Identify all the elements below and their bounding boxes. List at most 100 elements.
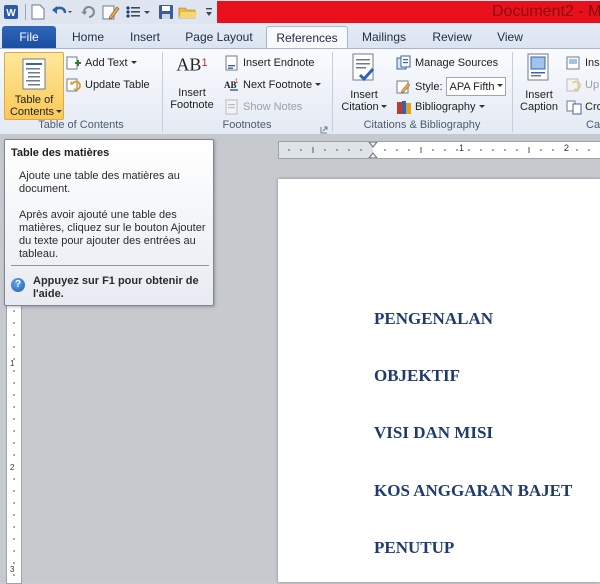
add-text-label: Add Text: [85, 57, 128, 69]
insert-footnote-line1: Insert: [178, 87, 206, 99]
ruler-label-1: 1: [459, 143, 465, 153]
tab-view[interactable]: View: [488, 26, 532, 48]
update-table-figures-button[interactable]: Up: [566, 77, 599, 93]
customize-qat-icon[interactable]: [204, 3, 214, 21]
document-page[interactable]: PENGENALAN OBJEKTIF VISI DAN MISI KOS AN…: [278, 179, 600, 582]
update-table-label: Update Table: [85, 79, 150, 91]
bibliography-button[interactable]: Bibliography: [396, 99, 485, 115]
save-icon[interactable]: [158, 3, 174, 21]
table-of-contents-button[interactable]: Table of Contents: [4, 52, 64, 120]
heading-kos-anggaran-bajet[interactable]: KOS ANGGARAN BAJET: [374, 481, 572, 501]
open-folder-icon[interactable]: [178, 3, 198, 21]
tab-file[interactable]: File: [2, 26, 56, 48]
dropdown-arrow-icon: [495, 80, 505, 93]
update-table-button[interactable]: Update Table: [66, 77, 150, 93]
heading-visi-dan-misi[interactable]: VISI DAN MISI: [374, 423, 493, 443]
vertical-ruler-label-2: 2: [10, 463, 15, 472]
dropdown-arrow-icon: [380, 101, 387, 114]
insert-caption-line2: Caption: [520, 101, 558, 113]
manage-sources-icon: [396, 55, 412, 71]
insert-citation-label-row: Citation: [336, 101, 392, 114]
cross-reference-icon: [566, 99, 582, 115]
vertical-ruler-label-1: 1: [10, 359, 15, 368]
dropdown-arrow-icon: [130, 57, 137, 70]
toc-label-line1: Table of: [14, 94, 54, 106]
insert-table-of-figures-button[interactable]: Ins: [566, 55, 600, 71]
update-table-icon: [66, 77, 82, 93]
document-title: Document2 - M: [492, 3, 600, 20]
tab-mailings[interactable]: Mailings: [352, 26, 416, 48]
new-document-icon[interactable]: [30, 3, 46, 21]
footnote-superscript: 1: [201, 57, 208, 69]
tooltip-title: Table des matières: [11, 147, 110, 159]
tooltip-divider: [11, 265, 209, 266]
tooltip-help-text: Appuyez sur F1 pour obtenir de l'aide.: [33, 275, 199, 300]
insert-footnote-icon: AB1: [166, 54, 218, 87]
heading-pengenalan[interactable]: PENGENALAN: [374, 309, 493, 329]
ribbon: Table of Contents Add Text Update Table …: [0, 48, 600, 135]
insert-citation-line2: Citation: [341, 101, 379, 113]
horizontal-ruler[interactable]: 1 2: [278, 141, 600, 159]
footnote-ab-glyph: AB: [176, 54, 202, 75]
next-footnote-label: Next Footnote: [243, 79, 313, 91]
ribbon-tabs: File Home Insert Page Layout References …: [0, 24, 600, 50]
manage-sources-label: Manage Sources: [415, 57, 499, 69]
update-table-figures-label: Up: [585, 79, 600, 91]
dropdown-arrow-icon: [315, 79, 322, 92]
help-icon: ?: [11, 278, 25, 292]
group-separator: [512, 52, 513, 132]
vertical-ruler-label-3: 3: [10, 565, 15, 574]
cross-reference-label: Cro: [585, 101, 600, 113]
bibliography-icon: [396, 99, 412, 115]
next-footnote-icon: AB 1: [224, 77, 240, 93]
ruler-ticks: [279, 142, 590, 158]
bibliography-label: Bibliography: [415, 101, 476, 113]
insert-citation-icon: [336, 53, 392, 89]
ruler-label-2: 2: [564, 143, 570, 153]
heading-penutup[interactable]: PENUTUP: [374, 538, 454, 558]
add-text-icon: [66, 55, 82, 71]
dropdown-arrow-icon: [478, 101, 485, 114]
next-footnote-button[interactable]: AB 1 Next Footnote: [224, 77, 322, 93]
bullets-icon[interactable]: [124, 3, 154, 21]
tab-review[interactable]: Review: [424, 26, 480, 48]
style-value: APA Fifth: [449, 80, 495, 93]
table-of-figures-icon: [566, 55, 582, 71]
add-text-button[interactable]: Add Text: [66, 55, 137, 71]
dropdown-arrow-icon: [56, 106, 63, 119]
insert-caption-button[interactable]: Insert Caption: [516, 53, 562, 113]
word-logo-icon[interactable]: W: [3, 3, 19, 21]
insert-citation-line1: Insert: [350, 89, 378, 101]
tooltip-paragraph-2: Après avoir ajouté une table des matière…: [19, 209, 206, 260]
toc-label-line2: Contents: [9, 106, 55, 118]
insert-caption-icon: [516, 53, 562, 89]
tab-home[interactable]: Home: [64, 26, 112, 48]
cross-reference-button[interactable]: Cro: [566, 99, 600, 115]
heading-objektif[interactable]: OBJEKTIF: [374, 366, 460, 386]
tab-references[interactable]: References: [266, 26, 348, 50]
title-banner: Document2 - M: [217, 1, 600, 23]
table-of-contents-tooltip: Table des matières Ajoute une table des …: [4, 139, 214, 306]
edit-document-icon[interactable]: [102, 3, 120, 21]
show-notes-button[interactable]: Show Notes: [224, 99, 302, 115]
style-label: Style:: [415, 80, 443, 93]
insert-footnote-button[interactable]: AB1 Insert Footnote: [166, 54, 218, 111]
insert-citation-button[interactable]: Insert Citation: [336, 53, 392, 114]
tab-insert[interactable]: Insert: [122, 26, 168, 48]
undo-icon[interactable]: [50, 3, 74, 21]
insert-table-of-figures-label: Ins: [585, 57, 600, 69]
style-selector: Style: APA Fifth: [396, 77, 506, 96]
tab-page-layout[interactable]: Page Layout: [178, 26, 260, 48]
group-label-captions: Ca: [586, 119, 600, 131]
redo-icon[interactable]: [80, 3, 96, 21]
qat-divider: [24, 3, 28, 21]
tooltip-paragraph-1: Ajoute une table des matières au documen…: [19, 170, 180, 195]
show-notes-icon: [224, 99, 240, 115]
manage-sources-button[interactable]: Manage Sources: [396, 55, 498, 71]
group-label-citations: Citations & Bibliography: [363, 119, 481, 131]
show-notes-label: Show Notes: [243, 101, 303, 113]
svg-text:1: 1: [235, 79, 239, 85]
insert-endnote-button[interactable]: Insert Endnote: [224, 55, 315, 71]
style-icon: [396, 79, 412, 95]
style-dropdown[interactable]: APA Fifth: [445, 77, 506, 96]
